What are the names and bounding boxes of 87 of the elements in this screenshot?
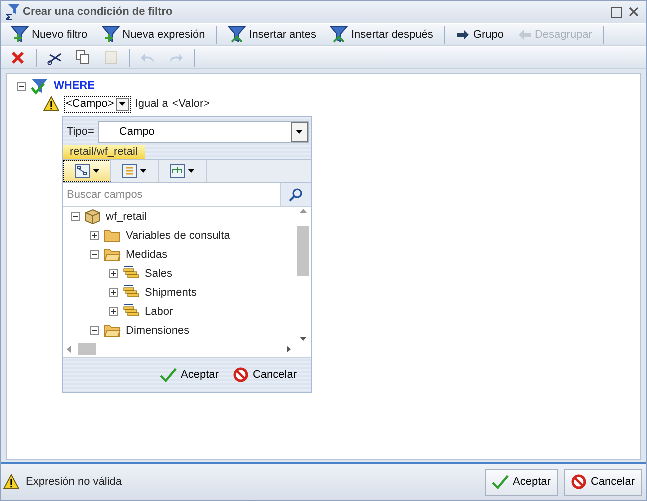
measure-group-icon — [123, 304, 140, 319]
minus-icon — [72, 213, 79, 220]
caret-icon — [92, 169, 100, 173]
folder-icon — [104, 248, 121, 262]
scrollbar-thumb[interactable] — [297, 226, 309, 276]
left-arrow-icon — [518, 28, 532, 40]
scroll-left-icon — [67, 346, 71, 353]
toolbar-button[interactable]: Insertar antes — [222, 24, 322, 44]
toolbar-button[interactable]: Nuevo filtro — [5, 24, 94, 44]
plus-icon — [110, 289, 117, 296]
accept-button[interactable]: Aceptar — [160, 368, 219, 382]
caret-icon — [296, 130, 303, 134]
type-label: Tipo= — [67, 126, 94, 138]
right-arrow-icon — [456, 28, 470, 40]
warning-icon — [43, 96, 60, 112]
toolbar-button[interactable]: Grupo — [450, 24, 510, 44]
operator-label[interactable]: Igual a — [135, 98, 168, 110]
warning-icon — [3, 474, 20, 490]
toolbar-button[interactable]: Insertar después — [324, 24, 440, 44]
collapse-toggle[interactable] — [90, 326, 99, 335]
diagram-icon — [74, 164, 90, 178]
check-icon — [160, 368, 178, 382]
cancel-button[interactable]: Cancelar — [564, 468, 642, 496]
tree-item-label[interactable]: wf_retail — [106, 210, 147, 222]
scroll-down-icon — [300, 337, 306, 341]
collapse-toggle[interactable] — [71, 212, 80, 221]
toolbar-button[interactable]: Nueva expresión — [96, 24, 212, 44]
funnel-check-icon — [30, 78, 50, 94]
cube-icon — [85, 208, 101, 224]
cancel-button[interactable]: Cancelar — [232, 367, 297, 383]
status-message: Expresión no válida — [26, 476, 124, 488]
undo-icon — [140, 52, 156, 64]
search-icon — [289, 188, 303, 202]
caret-icon — [140, 169, 147, 173]
scrollbar-thumb[interactable] — [78, 343, 96, 356]
value-placeholder[interactable]: <Valor> — [172, 98, 210, 110]
caret-icon — [188, 169, 195, 173]
scroll-up-icon — [300, 209, 306, 213]
redo-icon — [168, 52, 184, 64]
minus-icon — [91, 251, 98, 258]
expand-toggle[interactable] — [109, 307, 118, 316]
scroll-right-icon — [287, 346, 291, 353]
tree-item-label[interactable]: Variables de consulta — [126, 230, 230, 242]
window-title: Crear una condición de filtro — [23, 6, 174, 18]
measure-group-icon — [123, 266, 140, 281]
folder-icon — [104, 324, 121, 338]
caret-icon — [119, 102, 126, 106]
expand-toggle[interactable] — [90, 231, 99, 240]
tree-item-label[interactable]: Medidas — [126, 248, 168, 260]
plus-icon — [110, 308, 117, 315]
filter-sigma-icon — [5, 3, 21, 21]
clipboard-icon — [104, 50, 118, 65]
vertical-scrollbar[interactable] — [296, 209, 310, 341]
funnel-chevron-icon — [228, 26, 246, 44]
tree-item-label[interactable]: Dimensiones — [126, 324, 190, 336]
search-field[interactable]: Buscar campos — [63, 183, 281, 206]
folder-icon — [104, 228, 121, 242]
accept-button[interactable]: Aceptar — [485, 468, 558, 496]
plus-icon — [110, 270, 117, 277]
prohibited-icon — [570, 474, 587, 490]
plus-icon — [91, 232, 98, 239]
expand-toggle[interactable] — [109, 269, 118, 278]
funnel-plus-icon — [11, 26, 29, 44]
tree-item-label[interactable]: Shipments — [145, 286, 197, 298]
funnel-plus-icon — [102, 26, 120, 44]
search-button[interactable] — [281, 183, 311, 206]
scissors-icon — [47, 50, 63, 64]
expand-toggle[interactable] — [109, 288, 118, 297]
delete-icon — [11, 50, 25, 64]
list-icon — [122, 164, 137, 178]
where-label: WHERE — [54, 80, 95, 92]
tree-item-label[interactable]: Labor — [145, 306, 174, 318]
field-selector[interactable]: <Campo> — [64, 96, 132, 112]
check-icon — [492, 475, 510, 489]
collapse-toggle[interactable] — [17, 82, 26, 90]
view-button[interactable] — [63, 160, 111, 182]
minus-icon — [91, 327, 98, 334]
tree-item-label[interactable]: Sales — [145, 268, 173, 280]
measure-group-icon — [123, 285, 140, 300]
prohibited-icon — [232, 367, 249, 383]
collapse-toggle[interactable] — [90, 250, 99, 259]
hierarchy-icon — [170, 164, 185, 178]
maximize-button[interactable] — [608, 4, 624, 20]
source-tab[interactable]: retail/wf_retail — [63, 145, 145, 159]
funnel-chevron-icon — [330, 26, 348, 44]
copy-icon — [76, 50, 90, 65]
type-dropdown[interactable]: Campo — [98, 121, 309, 143]
